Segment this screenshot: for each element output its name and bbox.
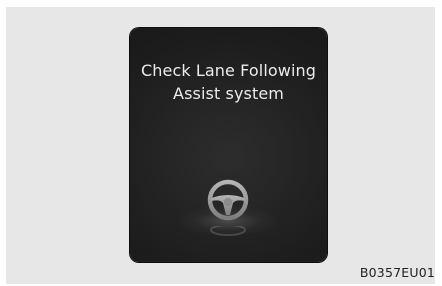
warning-message-line-1: Check Lane Following	[140, 61, 317, 80]
instrument-cluster-display: Check Lane Following Assist system	[130, 28, 327, 262]
steering-wheel-icon	[207, 179, 249, 221]
warning-message-line-2: Assist system	[173, 84, 284, 103]
warning-message: Check Lane Following Assist system	[130, 59, 327, 105]
figure-code-label: B0357EU01	[359, 265, 435, 280]
steering-wheel-reflection	[210, 226, 246, 236]
